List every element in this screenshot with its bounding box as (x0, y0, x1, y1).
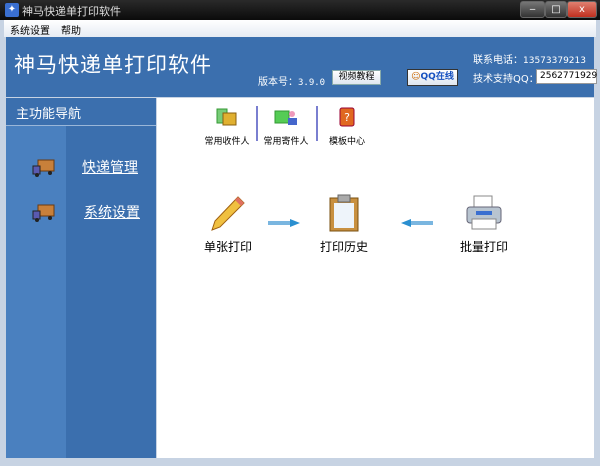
sidebar-item-system-settings[interactable]: 系统设置 (6, 199, 156, 229)
truck-icon (32, 204, 55, 222)
svg-text:?: ? (344, 111, 350, 124)
header: 神马快递单打印软件 版本号：3.9.0 视频教程 ☺QQ在线 联系电话：1357… (6, 37, 597, 97)
app-title: 神马快递单打印软件 (14, 53, 212, 77)
contacts-icon (274, 110, 297, 125)
sidebar-item-express-management[interactable]: 快递管理 (6, 154, 156, 184)
pencil-icon (211, 196, 245, 231)
sidebar-title: 主功能导航 (6, 98, 156, 126)
printer-icon (466, 195, 502, 230)
arrow-right-icon (268, 219, 300, 227)
app-icon: ✦ (5, 3, 19, 17)
truck-icon (32, 159, 55, 177)
qq-online-button[interactable]: ☺QQ在线 (407, 69, 458, 86)
toolbar-label: 模板中心 (328, 137, 365, 147)
help-book-icon: ? (339, 107, 355, 127)
sidebar: 主功能导航 快递管理 系统设置 (6, 98, 156, 458)
flow-label: 单张打印 (203, 240, 252, 254)
minimize-button[interactable]: ‒ (520, 1, 545, 18)
qq-label: 技术支持QQ： (473, 74, 539, 85)
qq-online-label: QQ在线 (420, 72, 454, 82)
version-info: 版本号：3.9.0 (258, 73, 325, 88)
contact-phone: 联系电话：13573379213 (473, 51, 586, 66)
video-tutorial-button[interactable]: 视频教程 (332, 70, 381, 85)
qq-field[interactable]: 2562771929 (536, 69, 597, 84)
window-title: 神马快递单打印软件 (22, 5, 121, 18)
version-label: 版本号： (258, 77, 298, 88)
single-print-button[interactable]: 单张打印 (203, 193, 253, 255)
batch-print-button[interactable]: 批量打印 (457, 193, 511, 255)
version-value: 3.9.0 (298, 78, 326, 88)
menu-system-settings[interactable]: 系统设置 (4, 20, 55, 37)
toolbar-template-center[interactable]: ? 模板中心 (325, 106, 369, 147)
main-panel: 常用收件人 常用寄件人 ? 模板中心 单张打印 打印历史 批量打印 (157, 98, 594, 458)
toolbar-recipients[interactable]: 常用收件人 (203, 106, 251, 147)
title-bar: ✦ 神马快递单打印软件 ‒ □ x (0, 0, 600, 20)
flow-label: 打印历史 (319, 240, 368, 254)
flow-label: 批量打印 (459, 240, 508, 254)
package-icon (216, 108, 237, 126)
clipboard-icon (329, 194, 359, 232)
phone-value: 13573379213 (523, 56, 586, 66)
print-history-button[interactable]: 打印历史 (317, 193, 371, 255)
sidebar-item-label: 系统设置 (84, 205, 140, 221)
maximize-button[interactable]: □ (545, 1, 567, 18)
qq-icon: ☺ (411, 72, 421, 82)
toolbar-label: 常用收件人 (204, 137, 250, 147)
toolbar-label: 常用寄件人 (263, 137, 309, 147)
arrow-left-icon (401, 219, 433, 227)
sidebar-item-label: 快递管理 (82, 160, 138, 176)
toolbar-separator (256, 106, 258, 141)
close-button[interactable]: x (567, 1, 597, 18)
toolbar-separator (316, 106, 318, 141)
menu-bar: 系统设置 帮助 (4, 20, 596, 37)
phone-label: 联系电话： (473, 55, 523, 66)
toolbar-senders[interactable]: 常用寄件人 (261, 106, 311, 147)
menu-help[interactable]: 帮助 (55, 20, 86, 37)
